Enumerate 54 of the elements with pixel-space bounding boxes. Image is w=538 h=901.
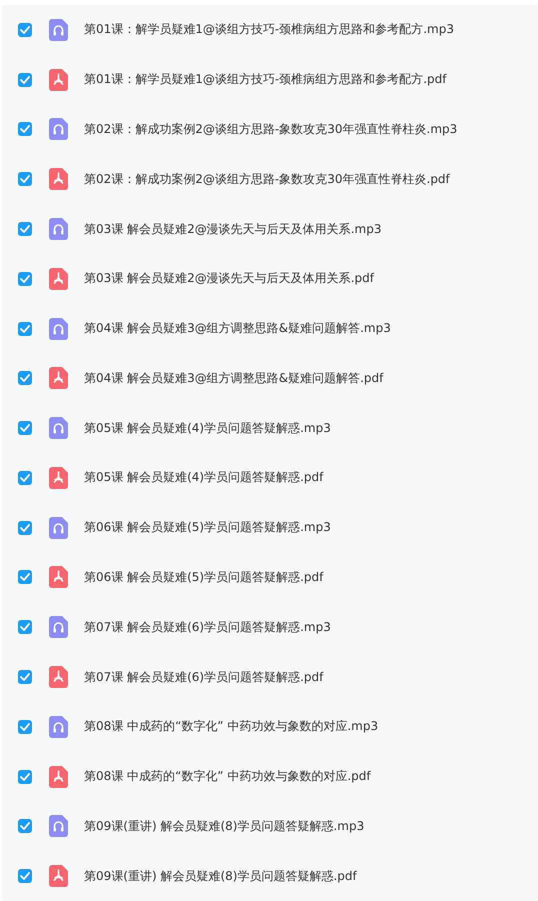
checkbox[interactable]	[18, 172, 32, 186]
file-name: 第07课 解会员疑难(6)学员问题答疑解惑.pdf	[84, 668, 324, 686]
pdf-file-icon	[49, 367, 68, 390]
file-name: 第09课(重讲) 解会员疑难(8)学员问题答疑解惑.pdf	[84, 868, 357, 885]
checkbox[interactable]	[18, 22, 32, 37]
pdf-file-icon	[49, 168, 68, 190]
headphones-file-icon	[49, 716, 68, 738]
pdf-file-icon	[49, 865, 68, 888]
pdf-file-icon	[49, 268, 68, 290]
checkbox[interactable]	[18, 272, 32, 286]
checkbox[interactable]	[18, 670, 32, 684]
checkbox[interactable]	[18, 371, 32, 386]
headphones-file-icon	[49, 318, 68, 340]
checkbox[interactable]	[18, 520, 32, 535]
headphones-file-icon	[49, 516, 68, 539]
checkbox[interactable]	[18, 620, 32, 634]
file-name: 第01课：解学员疑难1@谈组方技巧-颈椎病组方思路和参考配方.pdf	[84, 71, 447, 88]
headphones-file-icon	[49, 218, 68, 240]
checkbox[interactable]	[18, 122, 32, 136]
checkbox[interactable]	[18, 72, 32, 87]
file-name: 第06课 解会员疑难(5)学员问题答疑解惑.mp3	[84, 519, 331, 536]
checkbox[interactable]	[18, 819, 32, 834]
file-name: 第07课 解会员疑难(6)学员问题答疑解惑.mp3	[84, 618, 331, 636]
file-name: 第09课(重讲) 解会员疑难(8)学员问题答疑解惑.mp3	[84, 818, 364, 835]
pdf-file-icon	[49, 666, 68, 688]
pdf-file-icon	[49, 766, 68, 788]
checkbox[interactable]	[18, 322, 32, 336]
file-name: 第03课 解会员疑难2@漫谈先天与后天及体用关系.pdf	[84, 270, 374, 288]
headphones-file-icon	[49, 18, 68, 41]
file-name: 第03课 解会员疑难2@漫谈先天与后天及体用关系.mp3	[84, 220, 382, 238]
file-name: 第02课：解成功案例2@谈组方思路-象数攻克30年强直性脊柱炎.pdf	[84, 170, 450, 188]
checkbox[interactable]	[18, 869, 32, 884]
file-name: 第06课 解会员疑难(5)学员问题答疑解惑.pdf	[84, 568, 324, 586]
checkbox[interactable]	[18, 421, 32, 436]
file-name: 第08课 中成药的“数字化” 中药功效与象数的对应.pdf	[84, 768, 371, 786]
file-name: 第04课 解会员疑难3@组方调整思路&疑难问题解答.pdf	[84, 370, 384, 387]
headphones-file-icon	[49, 118, 68, 140]
checkbox[interactable]	[18, 720, 32, 734]
checkbox[interactable]	[18, 470, 32, 485]
file-name: 第05课 解会员疑难(4)学员问题答疑解惑.pdf	[84, 469, 324, 486]
file-name: 第08课 中成药的“数字化” 中药功效与象数的对应.mp3	[84, 718, 378, 736]
pdf-file-icon	[49, 68, 68, 91]
file-name: 第04课 解会员疑难3@组方调整思路&疑难问题解答.mp3	[84, 320, 391, 338]
headphones-file-icon	[49, 417, 68, 440]
checkbox[interactable]	[18, 222, 32, 236]
pdf-file-icon	[49, 466, 68, 489]
file-name: 第05课 解会员疑难(4)学员问题答疑解惑.mp3	[84, 420, 331, 437]
pdf-file-icon	[49, 566, 68, 588]
checkbox[interactable]	[18, 570, 32, 584]
headphones-file-icon	[49, 616, 68, 638]
file-name: 第01课：解学员疑难1@谈组方技巧-颈椎病组方思路和参考配方.mp3	[84, 21, 454, 38]
checkbox[interactable]	[18, 770, 32, 784]
file-name: 第02课：解成功案例2@谈组方思路-象数攻克30年强直性脊柱炎.mp3	[84, 120, 458, 138]
headphones-file-icon	[49, 815, 68, 838]
